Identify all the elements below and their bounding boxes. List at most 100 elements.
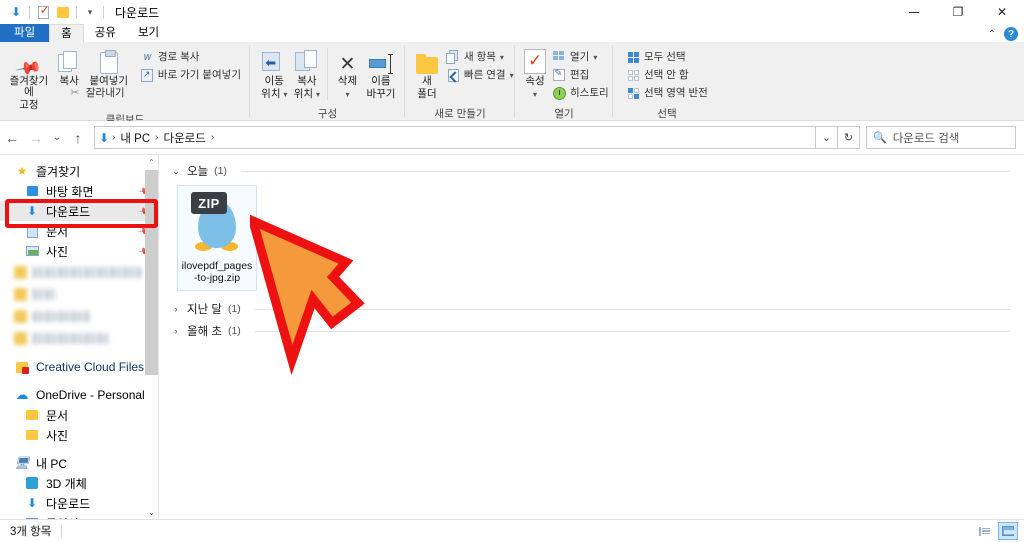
group-title-organize: 구성 <box>317 108 338 120</box>
sidebar-header-quick-access[interactable]: ★ 즐겨찾기 <box>0 161 158 181</box>
move-to-button[interactable]: ⬅ 이동 위치 ▾ <box>258 46 291 102</box>
sidebar-item-redacted[interactable] <box>0 305 158 327</box>
chevron-down-icon[interactable]: ⌄ <box>171 166 181 177</box>
breadcrumb-this-pc[interactable]: 내 PC <box>118 130 152 146</box>
group-header-last-month[interactable]: › 지난 달 (1) <box>171 299 1024 319</box>
open-button[interactable]: 열기 ▾ <box>549 49 612 65</box>
large-icons-view-button[interactable] <box>998 522 1018 540</box>
tab-share[interactable]: 공유 <box>84 24 127 42</box>
invert-selection-button[interactable]: 선택 영역 반전 <box>623 85 711 101</box>
pin-icon: 📌 <box>14 54 44 83</box>
address-dropdown-button[interactable]: ⌄ <box>816 126 838 149</box>
scroll-down-icon[interactable]: ⌄ <box>145 505 158 520</box>
minimize-button[interactable] <box>892 0 936 24</box>
sidebar-item-creative-cloud-files[interactable]: Creative Cloud Files <box>0 357 158 377</box>
dropdown-caret[interactable]: ▾ <box>533 89 537 100</box>
customize-chevron-icon[interactable]: ▾ <box>80 2 100 22</box>
file-list-pane[interactable]: ⌄ 오늘 (1) ZIP ilovepdf_pages-to-jpg.zip ›… <box>158 155 1024 519</box>
sidebar-item-onedrive-pictures[interactable]: 사진 <box>0 425 158 445</box>
file-name-label: ilovepdf_pages-to-jpg.zip <box>181 260 253 284</box>
sidebar-item-redacted[interactable] <box>0 283 158 305</box>
chevron-down-icon[interactable]: ▾ <box>510 69 514 82</box>
maximize-button[interactable]: ❐ <box>936 0 980 24</box>
pin-to-quick-access-button[interactable]: 📌 즐겨찾기에 고정 <box>6 46 52 113</box>
back-button[interactable]: ← <box>0 126 24 150</box>
edit-button[interactable]: 편집 <box>549 67 612 83</box>
tab-file[interactable]: 파일 <box>0 24 50 42</box>
delete-button[interactable]: ✕ 삭제 ▾ <box>332 46 363 102</box>
button-label-line2: 고정 <box>19 99 39 111</box>
paste-button[interactable]: 붙여넣기 <box>87 46 131 89</box>
tab-home[interactable]: 홈 <box>49 24 84 42</box>
button-label-line2: 위치 ▾ <box>261 88 288 100</box>
paste-shortcut-button[interactable]: 바로 가기 붙여넣기 <box>137 67 244 83</box>
rename-icon <box>368 48 393 74</box>
properties-check-icon[interactable]: ✓ <box>33 2 53 22</box>
new-item-button[interactable]: 새 항목 ▾ <box>443 49 517 65</box>
sidebar-item-downloads[interactable]: ⬇ 다운로드 📌 <box>0 201 158 221</box>
chevron-down-icon[interactable]: ▾ <box>500 51 504 64</box>
navigation-scrollbar[interactable]: ⌃ ⌄ <box>145 155 158 520</box>
details-view-button[interactable] <box>974 522 994 540</box>
recent-locations-button[interactable]: ⌄ <box>48 126 66 150</box>
paste-icon <box>99 48 118 74</box>
sidebar-item-desktop[interactable]: 바탕 화면 📌 <box>0 181 158 201</box>
history-button[interactable]: 히스토리 <box>549 85 612 101</box>
sidebar-item-3d-objects[interactable]: 3D 개체 <box>0 473 158 493</box>
sidebar-header-this-pc[interactable]: 🖥 내 PC <box>0 453 158 473</box>
select-none-button[interactable]: 선택 안 함 <box>623 67 711 83</box>
group-header-earlier-this-year[interactable]: › 올해 초 (1) <box>171 321 1024 341</box>
scroll-up-icon[interactable]: ⌃ <box>145 155 158 170</box>
button-label: 경로 복사 <box>157 50 200 63</box>
zip-file-tile[interactable]: ZIP ilovepdf_pages-to-jpg.zip <box>177 185 257 291</box>
copy-to-button[interactable]: 복사 위치 ▾ <box>291 46 324 102</box>
chevron-down-icon[interactable]: ▾ <box>593 51 597 64</box>
chevron-right-icon[interactable]: › <box>171 304 181 314</box>
tab-view[interactable]: 보기 <box>127 24 170 42</box>
group-label: 지난 달 <box>187 304 222 316</box>
new-folder-icon[interactable] <box>53 2 73 22</box>
folder-icon <box>14 265 27 279</box>
download-arrow-icon[interactable]: ⬇ <box>6 2 26 22</box>
sidebar-item-pictures[interactable]: 사진 📌 <box>0 241 158 261</box>
ribbon-group-open: ✓ 속성 ▾ 열기 ▾ 편집 <box>515 42 613 121</box>
sidebar-item-redacted[interactable] <box>0 261 158 283</box>
new-item-icon <box>446 50 460 64</box>
ribbon-group-select: 모두 선택 선택 안 함 선택 영역 반전 선택 <box>613 42 721 121</box>
chevron-right-icon[interactable]: › <box>171 326 181 336</box>
sidebar-item-pc-downloads[interactable]: ⬇ 다운로드 <box>0 493 158 513</box>
properties-button[interactable]: ✓ 속성 ▾ <box>523 46 547 102</box>
pictures-icon <box>24 243 40 259</box>
sidebar-item-onedrive-documents[interactable]: 문서 <box>0 405 158 425</box>
scroll-track[interactable] <box>145 170 158 505</box>
group-divider <box>254 308 1010 310</box>
paste-shortcut-icon <box>140 68 154 82</box>
easy-access-button[interactable]: 빠른 연결 ▾ <box>443 67 517 83</box>
new-folder-button[interactable]: 새 폴더 <box>415 46 439 102</box>
select-all-button[interactable]: 모두 선택 <box>623 49 711 65</box>
sidebar-label: 사진 <box>46 244 69 259</box>
large-icons-view-icon <box>1002 526 1014 536</box>
up-button[interactable]: ↑ <box>66 126 90 150</box>
collapse-ribbon-icon[interactable]: ⌃ <box>988 29 996 40</box>
sidebar-item-documents[interactable]: 문서 📌 <box>0 221 158 241</box>
breadcrumb-downloads[interactable]: 다운로드 <box>162 130 208 146</box>
help-icon[interactable]: ? <box>1004 27 1018 41</box>
copy-button[interactable]: 복사 <box>52 46 87 89</box>
group-header-today[interactable]: ⌄ 오늘 (1) <box>171 161 1024 181</box>
sidebar-header-onedrive[interactable]: ☁ OneDrive - Personal <box>0 385 158 405</box>
copy-path-button[interactable]: W 경로 복사 <box>137 49 244 65</box>
rename-button[interactable]: 이름 바꾸기 <box>363 46 399 102</box>
search-input[interactable]: 다운로드 검색 <box>893 130 960 146</box>
refresh-button[interactable]: ↻ <box>838 126 860 149</box>
close-button[interactable]: ✕ <box>980 0 1024 24</box>
dropdown-caret[interactable]: ▾ <box>345 89 349 100</box>
cut-button[interactable]: ✂ 잘라내기 <box>65 85 244 101</box>
address-field[interactable]: ⬇ › 내 PC › 다운로드 › <box>94 126 816 149</box>
search-box[interactable]: 🔍 다운로드 검색 <box>866 126 1016 149</box>
scroll-thumb[interactable] <box>145 170 158 375</box>
button-label: 선택 안 함 <box>644 68 689 81</box>
sidebar-item-redacted[interactable] <box>0 327 158 349</box>
forward-button[interactable]: → <box>24 126 48 150</box>
